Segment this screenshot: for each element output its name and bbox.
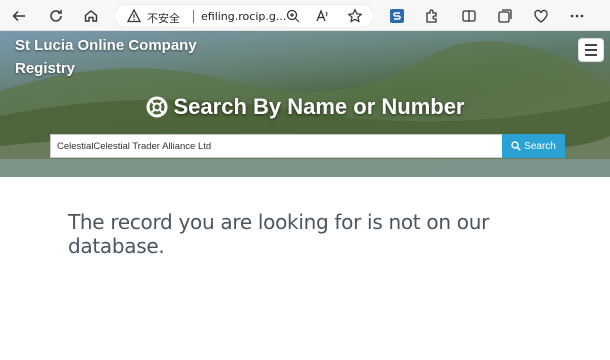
brand-line-1: St Lucia Online Company (15, 37, 197, 54)
address-divider (193, 10, 194, 23)
security-label: 不安全 (147, 12, 180, 25)
brand-line-2: Registry (15, 60, 76, 77)
hero-title: Search By Name or Number (0, 94, 610, 120)
extension-s-icon[interactable] (386, 5, 408, 27)
extensions-puzzle-icon[interactable] (421, 5, 443, 27)
refresh-icon[interactable] (45, 5, 67, 27)
menu-bar (585, 44, 597, 46)
warning-icon (127, 9, 141, 23)
more-options-icon[interactable] (566, 5, 588, 27)
zoom-icon[interactable] (285, 8, 301, 24)
collections-icon[interactable] (494, 5, 516, 27)
hero-title-text: Search By Name or Number (173, 94, 465, 119)
not-found-message: The record you are looking for is not on… (68, 210, 490, 258)
back-arrow-icon[interactable] (8, 5, 30, 27)
search-button[interactable]: Search (502, 134, 565, 158)
browser-essentials-icon[interactable] (530, 5, 552, 27)
split-screen-icon[interactable] (458, 5, 480, 27)
company-search-input[interactable] (50, 134, 502, 158)
hero-banner: St Lucia Online Company Registry Search … (0, 31, 610, 177)
url-text: efiling.rocip.g... (201, 10, 287, 23)
browser-toolbar: 不安全 efiling.rocip.g... (0, 0, 610, 31)
address-bar[interactable]: 不安全 efiling.rocip.g... (114, 4, 374, 28)
read-aloud-icon[interactable] (315, 8, 331, 24)
menu-bar (585, 49, 597, 51)
menu-bar (585, 54, 597, 56)
search-button-label: Search (524, 140, 556, 152)
site-brand[interactable]: St Lucia Online Company Registry (15, 34, 215, 80)
search-icon (511, 141, 521, 151)
lifebuoy-icon (146, 96, 167, 118)
favorite-star-icon[interactable] (347, 8, 363, 24)
home-icon[interactable] (80, 5, 102, 27)
hamburger-menu-button[interactable] (578, 38, 604, 62)
